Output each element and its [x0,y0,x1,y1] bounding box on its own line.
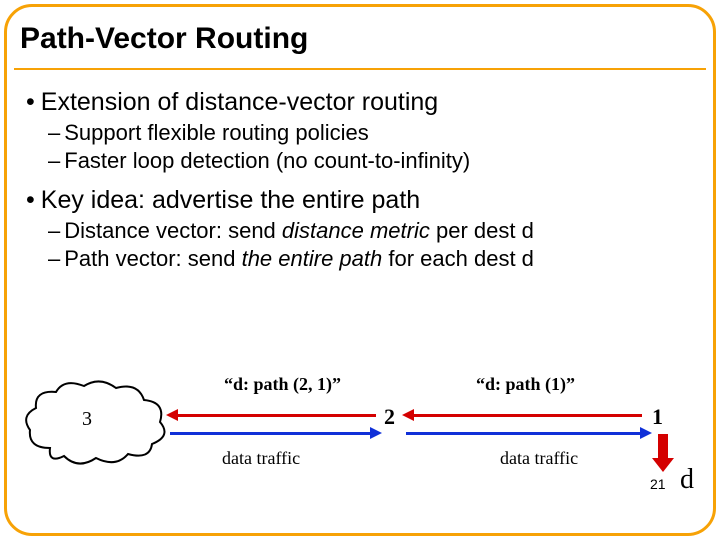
arrow-red-21 [176,414,376,417]
traffic-label-right: data traffic [500,448,578,469]
path-label-1: “d: path (1)” [476,374,575,395]
cloud-shape [20,378,170,468]
slide-title: Path-Vector Routing [14,22,308,56]
cloud-icon [20,378,170,468]
subbullet-1b-text: Faster loop detection (no count-to-infin… [64,148,470,173]
arrow-down-d [658,434,668,460]
arrow-blue-right [406,432,642,435]
content-area: •Extension of distance-vector routing –S… [26,82,700,272]
bullet-2-text: Key idea: advertise the entire path [41,186,420,214]
subbullet-1b: –Faster loop detection (no count-to-infi… [48,147,700,175]
node-1: 1 [652,404,663,430]
subbullet-2b: –Path vector: send the entire path for e… [48,245,700,273]
traffic-label-left: data traffic [222,448,300,469]
diagram: 3 “d: path (2, 1)” 2 “d: path (1)” 1 dat… [14,360,706,520]
path-label-21: “d: path (2, 1)” [224,374,341,395]
dest-label: d [680,464,694,496]
node-2: 2 [384,404,395,430]
arrow-red-1 [412,414,642,417]
cloud-label: 3 [82,408,92,431]
title-bar: Path-Vector Routing [14,10,706,70]
bullet-1-text: Extension of distance-vector routing [41,88,438,116]
bullet-2: •Key idea: advertise the entire path [26,186,700,215]
bullet-1: •Extension of distance-vector routing [26,88,700,117]
arrow-blue-left [170,432,372,435]
page-number: 21 [650,476,666,492]
subbullet-2a: –Distance vector: send distance metric p… [48,217,700,245]
subbullet-1a-text: Support flexible routing policies [64,120,369,145]
subbullet-1a: –Support flexible routing policies [48,119,700,147]
